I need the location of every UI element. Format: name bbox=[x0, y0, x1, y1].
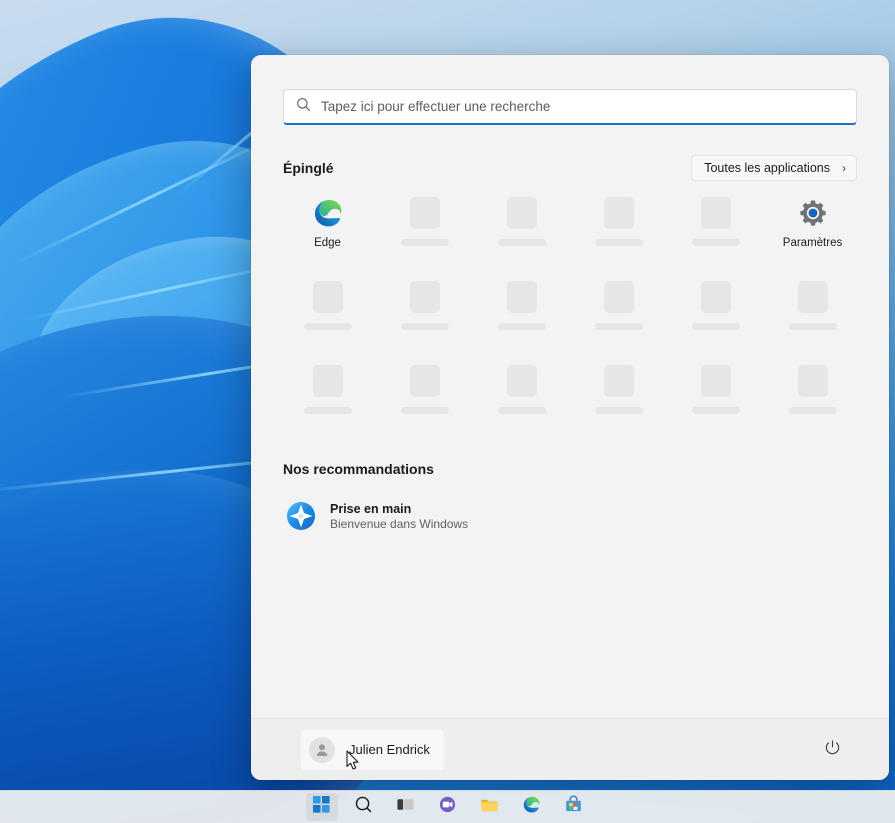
pinned-app-placeholder[interactable] bbox=[667, 281, 764, 343]
placeholder-icon bbox=[798, 281, 828, 313]
placeholder-icon bbox=[701, 197, 731, 229]
settings-gear-icon bbox=[797, 197, 829, 229]
placeholder-icon bbox=[313, 365, 343, 397]
pinned-app-placeholder[interactable] bbox=[279, 365, 376, 427]
placeholder-icon bbox=[313, 281, 343, 313]
pinned-app-placeholder[interactable] bbox=[279, 281, 376, 343]
placeholder-icon bbox=[701, 281, 731, 313]
pinned-app-placeholder[interactable] bbox=[667, 365, 764, 427]
person-icon bbox=[309, 737, 335, 763]
placeholder-icon bbox=[507, 197, 537, 229]
placeholder-label-bar bbox=[595, 239, 643, 246]
search-area bbox=[251, 55, 889, 125]
taskbar-file-explorer-button[interactable] bbox=[474, 793, 506, 821]
placeholder-label-bar bbox=[789, 407, 837, 414]
pinned-app-placeholder[interactable] bbox=[376, 365, 473, 427]
taskbar-task-view-button[interactable] bbox=[390, 793, 422, 821]
taskbar-edge-button[interactable] bbox=[516, 793, 548, 821]
edge-icon bbox=[312, 197, 344, 229]
pinned-app-placeholder[interactable] bbox=[764, 365, 861, 427]
recommendation-subtitle: Bienvenue dans Windows bbox=[330, 517, 468, 531]
pinned-app-placeholder[interactable] bbox=[570, 365, 667, 427]
placeholder-label-bar bbox=[401, 323, 449, 330]
pinned-app-edge[interactable]: Edge bbox=[279, 197, 376, 259]
search-input[interactable] bbox=[321, 90, 844, 123]
folder-icon bbox=[480, 795, 499, 819]
start-menu: Épinglé Toutes les applications › Edge P… bbox=[251, 55, 889, 780]
pinned-app-placeholder[interactable] bbox=[764, 281, 861, 343]
placeholder-label-bar bbox=[498, 239, 546, 246]
pinned-app-param-tres[interactable]: Paramètres bbox=[764, 197, 861, 259]
placeholder-label-bar bbox=[595, 407, 643, 414]
pinned-app-placeholder[interactable] bbox=[473, 281, 570, 343]
placeholder-icon bbox=[604, 197, 634, 229]
placeholder-label-bar bbox=[789, 323, 837, 330]
recommendation-item[interactable]: Prise en main Bienvenue dans Windows bbox=[279, 493, 569, 539]
placeholder-icon bbox=[410, 281, 440, 313]
start-menu-body: Épinglé Toutes les applications › Edge P… bbox=[251, 55, 889, 718]
search-icon bbox=[296, 97, 311, 117]
start-menu-footer: Julien Endrick bbox=[251, 718, 889, 780]
get-started-icon bbox=[285, 500, 317, 532]
pinned-app-placeholder[interactable] bbox=[473, 365, 570, 427]
placeholder-icon bbox=[701, 365, 731, 397]
user-name-label: Julien Endrick bbox=[349, 742, 430, 757]
recommendations-header: Nos recommandations bbox=[251, 427, 889, 477]
placeholder-label-bar bbox=[595, 323, 643, 330]
all-apps-button[interactable]: Toutes les applications › bbox=[691, 155, 857, 181]
recommendations-title: Nos recommandations bbox=[283, 461, 857, 477]
pinned-title: Épinglé bbox=[283, 160, 334, 176]
recommendations-list: Prise en main Bienvenue dans Windows bbox=[251, 477, 889, 539]
pinned-app-placeholder[interactable] bbox=[667, 197, 764, 259]
pinned-header: Épinglé Toutes les applications › bbox=[251, 125, 889, 181]
placeholder-icon bbox=[798, 365, 828, 397]
pinned-app-placeholder[interactable] bbox=[473, 197, 570, 259]
desktop[interactable]: Épinglé Toutes les applications › Edge P… bbox=[0, 0, 895, 823]
placeholder-label-bar bbox=[498, 323, 546, 330]
edge-icon bbox=[522, 795, 541, 819]
taskbar-start-button[interactable] bbox=[306, 793, 338, 821]
placeholder-label-bar bbox=[692, 239, 740, 246]
search-box[interactable] bbox=[283, 89, 857, 125]
placeholder-label-bar bbox=[692, 323, 740, 330]
placeholder-label-bar bbox=[692, 407, 740, 414]
placeholder-icon bbox=[410, 197, 440, 229]
pinned-app-placeholder[interactable] bbox=[570, 197, 667, 259]
placeholder-icon bbox=[507, 281, 537, 313]
taskbar-search-button[interactable] bbox=[348, 793, 380, 821]
chat-teams-icon bbox=[438, 795, 457, 819]
placeholder-label-bar bbox=[401, 239, 449, 246]
pinned-app-placeholder[interactable] bbox=[570, 281, 667, 343]
store-bag-icon bbox=[564, 795, 583, 819]
placeholder-label-bar bbox=[304, 407, 352, 414]
placeholder-label-bar bbox=[304, 323, 352, 330]
placeholder-icon bbox=[604, 365, 634, 397]
user-account-button[interactable]: Julien Endrick bbox=[301, 730, 444, 770]
search-circle-icon bbox=[354, 795, 373, 819]
power-icon bbox=[824, 739, 841, 761]
windows-logo-icon bbox=[312, 795, 331, 819]
chevron-right-icon: › bbox=[842, 162, 846, 174]
task-view-icon bbox=[396, 795, 415, 819]
all-apps-label: Toutes les applications bbox=[704, 161, 830, 175]
taskbar bbox=[0, 790, 895, 823]
placeholder-label-bar bbox=[401, 407, 449, 414]
pinned-app-label: Edge bbox=[314, 237, 341, 249]
placeholder-icon bbox=[604, 281, 634, 313]
pinned-app-placeholder[interactable] bbox=[376, 281, 473, 343]
recommendation-name: Prise en main bbox=[330, 502, 468, 516]
taskbar-microsoft-store-button[interactable] bbox=[558, 793, 590, 821]
taskbar-chat-button[interactable] bbox=[432, 793, 464, 821]
power-button[interactable] bbox=[817, 735, 847, 765]
pinned-app-placeholder[interactable] bbox=[376, 197, 473, 259]
placeholder-label-bar bbox=[498, 407, 546, 414]
pinned-app-label: Paramètres bbox=[783, 237, 842, 249]
placeholder-icon bbox=[507, 365, 537, 397]
placeholder-icon bbox=[410, 365, 440, 397]
pinned-apps-grid: Edge Paramètres bbox=[251, 181, 889, 427]
